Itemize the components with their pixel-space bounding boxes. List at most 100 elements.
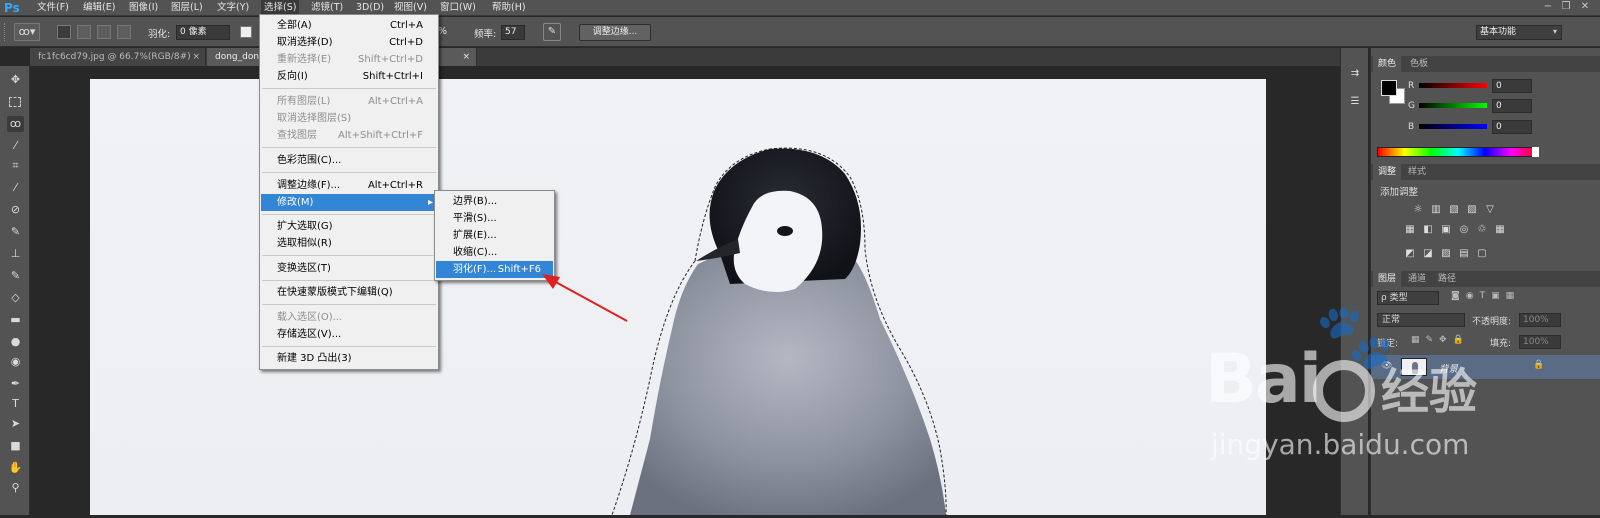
eyedropper-tool-icon[interactable]: ⁄ — [7, 180, 24, 196]
tab-styles[interactable]: 样式 — [1403, 164, 1431, 180]
invert-icon[interactable]: ◩ — [1403, 248, 1417, 260]
dodge-tool-icon[interactable]: ◉ — [7, 354, 24, 370]
photo-filter-icon[interactable]: ◎ — [1457, 224, 1471, 236]
path-select-tool-icon[interactable]: ➤ — [7, 416, 24, 432]
zoom-tool-icon[interactable]: ⚲ — [7, 480, 24, 496]
channel-mixer-icon[interactable]: ♲ — [1475, 224, 1489, 236]
subtract-selection-icon[interactable] — [97, 25, 111, 39]
tab-color[interactable]: 颜色 — [1373, 56, 1402, 72]
marquee-tool-icon[interactable] — [9, 97, 21, 107]
close-window-icon[interactable]: ✕ — [1577, 0, 1593, 14]
blur-tool-icon[interactable]: ● — [7, 334, 24, 350]
menu-window[interactable]: 窗口(W) — [437, 0, 479, 16]
tab-paths[interactable]: 路径 — [1433, 271, 1461, 287]
brightness-icon[interactable]: ☼ — [1411, 204, 1425, 216]
quick-select-tool-icon[interactable]: ⁄ — [7, 138, 24, 154]
black-white-icon[interactable]: ▣ — [1439, 224, 1453, 236]
workspace-select[interactable]: 基本功能 — [1476, 25, 1562, 40]
color-balance-icon[interactable]: ◧ — [1421, 224, 1435, 236]
tab-close-icon[interactable]: × — [462, 48, 470, 66]
menu-item-quick-mask[interactable]: 在快速蒙版模式下编辑(Q) — [261, 284, 437, 301]
brush-tool-icon[interactable]: ✎ — [7, 224, 24, 240]
green-value-input[interactable]: 0 — [1492, 99, 1532, 113]
layer-name[interactable]: 背景 — [1439, 361, 1458, 375]
blue-value-input[interactable]: 0 — [1492, 120, 1532, 134]
refine-edge-button[interactable]: 调整边缘... — [579, 24, 651, 41]
gradient-tool-icon[interactable]: ▬ — [7, 312, 24, 328]
properties-panel-icon[interactable]: ☰ — [1347, 96, 1363, 110]
history-panel-icon[interactable]: ⇉ — [1347, 68, 1363, 82]
menu-item-select-all[interactable]: 全部(A) Ctrl+A — [261, 17, 437, 34]
tab-adjustments[interactable]: 调整 — [1373, 164, 1402, 180]
tab-channels[interactable]: 通道 — [1403, 271, 1431, 287]
menu-type[interactable]: 文字(Y) — [214, 0, 252, 16]
restore-icon[interactable]: ❐ — [1558, 0, 1574, 14]
menu-help[interactable]: 帮助(H) — [489, 0, 529, 16]
menu-item-similar[interactable]: 选取相似(R) — [261, 235, 437, 252]
stamp-tool-icon[interactable]: ⊥ — [7, 246, 24, 262]
menu-file[interactable]: 文件(F) — [34, 0, 72, 16]
menu-item-refine-edge[interactable]: 调整边缘(F)... Alt+Ctrl+R — [261, 177, 437, 194]
color-lookup-icon[interactable]: ▦ — [1493, 224, 1507, 236]
fill-input[interactable]: 100% — [1519, 335, 1561, 349]
spectrum-white-swatch[interactable] — [1532, 147, 1539, 157]
menu-item-deselect[interactable]: 取消选择(D) Ctrl+D — [261, 34, 437, 51]
healing-brush-icon[interactable]: ⊘ — [7, 202, 24, 218]
layer-filter-select[interactable]: ρ 类型 — [1377, 291, 1439, 305]
tab-document-1[interactable]: fc1fc6cd79.jpg @ 66.7%(RGB/8#) × — [30, 48, 206, 66]
pen-tool-icon[interactable]: ✒ — [7, 376, 24, 392]
layer-row-background[interactable]: 👁 背景 🔒 — [1371, 355, 1600, 379]
red-value-input[interactable]: 0 — [1492, 79, 1532, 93]
new-selection-icon[interactable] — [57, 25, 71, 39]
lasso-tool-preset-icon[interactable]: ꝏ▾ — [14, 23, 40, 41]
tab-swatches[interactable]: 色板 — [1405, 56, 1433, 72]
submenu-item-expand[interactable]: 扩展(E)... — [436, 227, 553, 244]
crop-tool-icon[interactable]: ⌗ — [7, 158, 24, 174]
antialias-checkbox[interactable] — [240, 26, 252, 38]
red-slider[interactable] — [1419, 83, 1487, 88]
menu-item-new-3d-extrusion[interactable]: 新建 3D 凸出(3) — [261, 350, 437, 367]
pen-pressure-icon[interactable]: ✎ — [543, 23, 561, 41]
menu-item-save-selection[interactable]: 存储选区(V)... — [261, 326, 437, 343]
eraser-tool-icon[interactable]: ◇ — [7, 290, 24, 306]
menu-item-color-range[interactable]: 色彩范围(C)... — [261, 152, 437, 169]
vibrance-icon[interactable]: ▽ — [1483, 204, 1497, 216]
hand-tool-icon[interactable]: ✋ — [7, 460, 24, 476]
lasso-tool-icon[interactable]: ꝏ — [7, 116, 24, 132]
frequency-input[interactable]: 57 — [501, 25, 525, 40]
posterize-icon[interactable]: ◪ — [1421, 248, 1435, 260]
curves-icon[interactable]: ▧ — [1447, 204, 1461, 216]
move-tool-icon[interactable]: ✥ — [7, 72, 24, 88]
blue-slider[interactable] — [1419, 124, 1487, 129]
submenu-item-border[interactable]: 边界(B)... — [436, 193, 553, 210]
threshold-icon[interactable]: ▨ — [1439, 248, 1453, 260]
menu-item-modify[interactable]: 修改(M) ▸ — [261, 194, 437, 211]
visibility-eye-icon[interactable]: 👁 — [1381, 361, 1392, 371]
submenu-item-smooth[interactable]: 平滑(S)... — [436, 210, 553, 227]
type-tool-icon[interactable]: T — [7, 396, 24, 412]
menu-item-inverse[interactable]: 反向(I) Shift+Ctrl+I — [261, 68, 437, 85]
minimize-icon[interactable]: − — [1540, 0, 1556, 14]
levels-icon[interactable]: ▥ — [1429, 204, 1443, 216]
selective-color-icon[interactable]: ▢ — [1475, 248, 1489, 260]
layer-filter-icons[interactable]: ◙◉T▣▦ — [1451, 291, 1561, 305]
feather-input[interactable]: 0 像素 — [176, 25, 230, 40]
blend-mode-select[interactable]: 正常 — [1377, 313, 1465, 327]
gradient-map-icon[interactable]: ▤ — [1457, 248, 1471, 260]
menu-item-grow[interactable]: 扩大选取(G) — [261, 218, 437, 235]
menu-item-transform-selection[interactable]: 变换选区(T) — [261, 260, 437, 277]
menu-edit[interactable]: 编辑(E) — [80, 0, 118, 16]
hue-saturation-icon[interactable]: ▦ — [1403, 224, 1417, 236]
exposure-icon[interactable]: ▨ — [1465, 204, 1479, 216]
submenu-item-contract[interactable]: 收缩(C)... — [436, 244, 553, 261]
foreground-color-swatch[interactable] — [1381, 80, 1397, 96]
shape-tool-icon[interactable]: ■ — [7, 438, 24, 454]
tab-layers[interactable]: 图层 — [1373, 271, 1402, 287]
menu-layer[interactable]: 图层(L) — [168, 0, 206, 16]
lock-icons[interactable]: ▦✎✥🔒 — [1411, 335, 1470, 345]
history-brush-icon[interactable]: ✎ — [7, 268, 24, 284]
green-slider[interactable] — [1419, 103, 1487, 108]
color-spectrum-ramp[interactable] — [1377, 147, 1539, 157]
intersect-selection-icon[interactable] — [117, 25, 131, 39]
opacity-input[interactable]: 100% — [1519, 313, 1561, 327]
